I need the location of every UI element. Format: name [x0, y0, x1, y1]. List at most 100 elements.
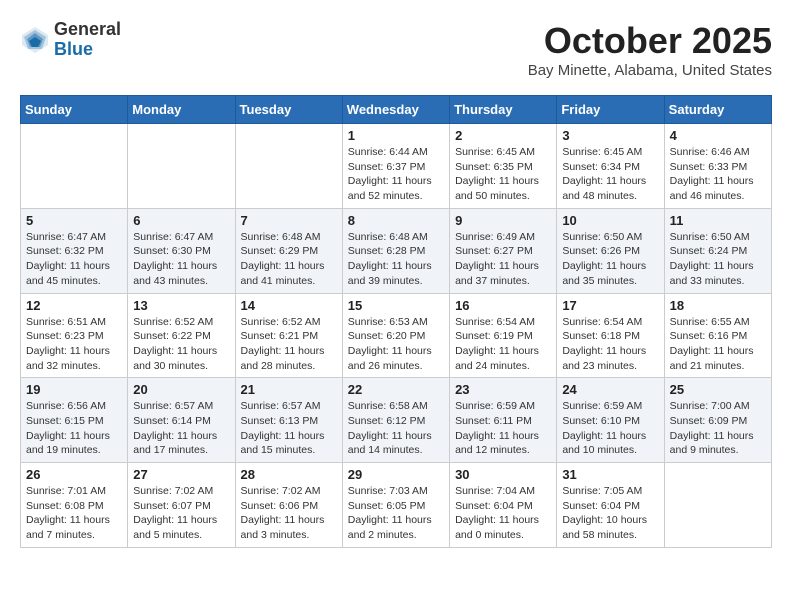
weekday-header: Sunday	[21, 96, 128, 124]
logo-general: General	[54, 20, 121, 40]
calendar-cell: 8 Sunrise: 6:48 AMSunset: 6:28 PMDaylight…	[342, 208, 449, 293]
calendar-cell	[235, 124, 342, 209]
day-info: Sunrise: 6:45 AMSunset: 6:35 PMDaylight:…	[455, 145, 551, 204]
calendar-cell	[664, 463, 771, 548]
calendar-cell: 21Sunrise: 6:57 AMSunset: 6:13 PMDayligh…	[235, 378, 342, 463]
day-number: 23	[455, 382, 551, 397]
day-number: 1	[348, 128, 444, 143]
day-number: 8	[348, 213, 444, 228]
day-info: Sunrise: 6:44 AMSunset: 6:37 PMDaylight:…	[348, 145, 444, 204]
day-info: Sunrise: 7:03 AMSunset: 6:05 PMDaylight:…	[348, 484, 444, 543]
calendar-cell: 28 Sunrise: 7:02 AMSunset: 6:06 PMDayligh…	[235, 463, 342, 548]
weekday-header: Saturday	[664, 96, 771, 124]
day-number: 30	[455, 467, 551, 482]
calendar-cell: 12 Sunrise: 6:51 AMSunset: 6:23 PMDayligh…	[21, 293, 128, 378]
day-number: 10	[562, 213, 658, 228]
calendar-cell: 11 Sunrise: 6:50 AMSunset: 6:24 PMDayligh…	[664, 208, 771, 293]
day-number: 29	[348, 467, 444, 482]
calendar-cell: 6Sunrise: 6:47 AMSunset: 6:30 PMDaylight…	[128, 208, 235, 293]
day-info: Sunrise: 6:46 AMSunset: 6:33 PMDaylight:…	[670, 145, 766, 204]
day-info: Sunrise: 7:02 AMSunset: 6:06 PMDaylight:…	[241, 484, 337, 543]
calendar-cell: 14 Sunrise: 6:52 AMSunset: 6:21 PMDayligh…	[235, 293, 342, 378]
day-info: Sunrise: 6:48 AMSunset: 6:29 PMDaylight:…	[241, 230, 337, 289]
day-number: 24	[562, 382, 658, 397]
day-number: 11	[670, 213, 766, 228]
calendar-cell: 24 Sunrise: 6:59 AMSunset: 6:10 PMDayligh…	[557, 378, 664, 463]
day-info: Sunrise: 6:51 AMSunset: 6:23 PMDaylight:…	[26, 315, 122, 374]
day-number: 28	[241, 467, 337, 482]
day-info: Sunrise: 6:52 AMSunset: 6:21 PMDaylight:…	[241, 315, 337, 374]
day-number: 27	[133, 467, 229, 482]
day-number: 9	[455, 213, 551, 228]
day-info: Sunrise: 6:50 AMSunset: 6:26 PMDaylight:…	[562, 230, 658, 289]
day-number: 6	[133, 213, 229, 228]
calendar-cell: 1 Sunrise: 6:44 AMSunset: 6:37 PMDaylight…	[342, 124, 449, 209]
day-info: Sunrise: 6:57 AMSunset: 6:14 PMDaylight:…	[133, 399, 229, 458]
calendar-cell	[21, 124, 128, 209]
logo-icon	[20, 25, 50, 55]
day-number: 13	[133, 298, 229, 313]
day-number: 16	[455, 298, 551, 313]
day-number: 12	[26, 298, 122, 313]
day-info: Sunrise: 7:00 AMSunset: 6:09 PMDaylight:…	[670, 399, 766, 458]
calendar-cell: 31Sunrise: 7:05 AMSunset: 6:04 PMDayligh…	[557, 463, 664, 548]
day-info: Sunrise: 6:59 AMSunset: 6:10 PMDaylight:…	[562, 399, 658, 458]
day-info: Sunrise: 6:45 AMSunset: 6:34 PMDaylight:…	[562, 145, 658, 204]
day-info: Sunrise: 6:48 AMSunset: 6:28 PMDaylight:…	[348, 230, 444, 289]
calendar-cell: 13 Sunrise: 6:52 AMSunset: 6:22 PMDayligh…	[128, 293, 235, 378]
calendar-cell: 10 Sunrise: 6:50 AMSunset: 6:26 PMDayligh…	[557, 208, 664, 293]
day-info: Sunrise: 6:58 AMSunset: 6:12 PMDaylight:…	[348, 399, 444, 458]
logo-text: General Blue	[54, 20, 121, 60]
calendar-cell: 29 Sunrise: 7:03 AMSunset: 6:05 PMDayligh…	[342, 463, 449, 548]
calendar-cell: 3 Sunrise: 6:45 AMSunset: 6:34 PMDaylight…	[557, 124, 664, 209]
day-number: 22	[348, 382, 444, 397]
month-title: October 2025	[528, 20, 772, 62]
day-info: Sunrise: 7:01 AMSunset: 6:08 PMDaylight:…	[26, 484, 122, 543]
day-number: 15	[348, 298, 444, 313]
day-info: Sunrise: 6:47 AMSunset: 6:32 PMDaylight:…	[26, 230, 122, 289]
calendar-cell: 7 Sunrise: 6:48 AMSunset: 6:29 PMDaylight…	[235, 208, 342, 293]
calendar-cell	[128, 124, 235, 209]
calendar-week-row: 1 Sunrise: 6:44 AMSunset: 6:37 PMDaylight…	[21, 124, 772, 209]
day-info: Sunrise: 6:57 AMSunset: 6:13 PMDaylight:…	[241, 399, 337, 458]
day-number: 7	[241, 213, 337, 228]
day-info: Sunrise: 6:59 AMSunset: 6:11 PMDaylight:…	[455, 399, 551, 458]
day-number: 25	[670, 382, 766, 397]
calendar-week-row: 19Sunrise: 6:56 AMSunset: 6:15 PMDayligh…	[21, 378, 772, 463]
day-info: Sunrise: 6:54 AMSunset: 6:18 PMDaylight:…	[562, 315, 658, 374]
day-number: 4	[670, 128, 766, 143]
day-number: 17	[562, 298, 658, 313]
logo: General Blue	[20, 20, 121, 60]
weekday-header: Thursday	[450, 96, 557, 124]
day-info: Sunrise: 7:02 AMSunset: 6:07 PMDaylight:…	[133, 484, 229, 543]
day-number: 14	[241, 298, 337, 313]
calendar-table: SundayMondayTuesdayWednesdayThursdayFrid…	[20, 95, 772, 548]
calendar-cell: 2Sunrise: 6:45 AMSunset: 6:35 PMDaylight…	[450, 124, 557, 209]
day-number: 20	[133, 382, 229, 397]
day-number: 5	[26, 213, 122, 228]
weekday-header: Monday	[128, 96, 235, 124]
calendar-cell: 22 Sunrise: 6:58 AMSunset: 6:12 PMDayligh…	[342, 378, 449, 463]
weekday-header: Tuesday	[235, 96, 342, 124]
calendar-cell: 9Sunrise: 6:49 AMSunset: 6:27 PMDaylight…	[450, 208, 557, 293]
day-number: 3	[562, 128, 658, 143]
weekday-header: Friday	[557, 96, 664, 124]
day-info: Sunrise: 6:52 AMSunset: 6:22 PMDaylight:…	[133, 315, 229, 374]
calendar-cell: 18Sunrise: 6:55 AMSunset: 6:16 PMDayligh…	[664, 293, 771, 378]
calendar-header-row: SundayMondayTuesdayWednesdayThursdayFrid…	[21, 96, 772, 124]
day-info: Sunrise: 6:54 AMSunset: 6:19 PMDaylight:…	[455, 315, 551, 374]
day-info: Sunrise: 6:50 AMSunset: 6:24 PMDaylight:…	[670, 230, 766, 289]
logo-blue: Blue	[54, 40, 121, 60]
location: Bay Minette, Alabama, United States	[528, 62, 772, 79]
weekday-header: Wednesday	[342, 96, 449, 124]
calendar-cell: 23 Sunrise: 6:59 AMSunset: 6:11 PMDayligh…	[450, 378, 557, 463]
day-number: 26	[26, 467, 122, 482]
calendar-cell: 26 Sunrise: 7:01 AMSunset: 6:08 PMDayligh…	[21, 463, 128, 548]
calendar-week-row: 26 Sunrise: 7:01 AMSunset: 6:08 PMDayligh…	[21, 463, 772, 548]
calendar-week-row: 5 Sunrise: 6:47 AMSunset: 6:32 PMDaylight…	[21, 208, 772, 293]
day-info: Sunrise: 6:55 AMSunset: 6:16 PMDaylight:…	[670, 315, 766, 374]
calendar-cell: 4 Sunrise: 6:46 AMSunset: 6:33 PMDaylight…	[664, 124, 771, 209]
calendar-cell: 20 Sunrise: 6:57 AMSunset: 6:14 PMDayligh…	[128, 378, 235, 463]
calendar-week-row: 12 Sunrise: 6:51 AMSunset: 6:23 PMDayligh…	[21, 293, 772, 378]
calendar-cell: 19Sunrise: 6:56 AMSunset: 6:15 PMDayligh…	[21, 378, 128, 463]
